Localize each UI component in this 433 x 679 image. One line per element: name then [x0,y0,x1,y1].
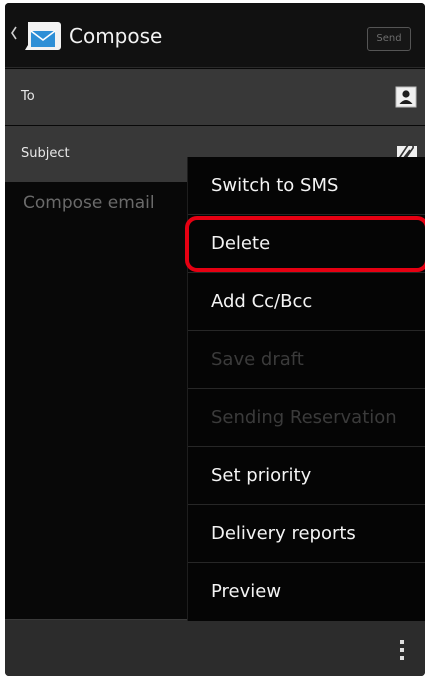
bottom-bar [5,619,425,676]
phone-screen: Compose Send To Subject Compose email Sw… [5,3,425,676]
send-button[interactable]: Send [367,27,411,51]
overflow-menu-icon[interactable] [399,639,405,661]
email-app-icon[interactable] [25,20,63,50]
highlight-outline [185,216,425,272]
menu-item-delivery-reports[interactable]: Delivery reports [188,505,425,563]
compose-placeholder: Compose email [23,193,155,213]
menu-item-label: Preview [211,581,282,602]
menu-item-sending-reservation: Sending Reservation [188,389,425,447]
to-label: To [21,89,35,104]
menu-item-label: Set priority [211,465,312,486]
menu-item-add-cc-bcc[interactable]: Add Cc/Bcc [188,273,425,331]
menu-item-preview[interactable]: Preview [188,563,425,621]
contact-picker-icon[interactable] [395,86,417,108]
menu-item-label: Switch to SMS [211,175,339,196]
menu-item-label: Delivery reports [211,523,356,544]
menu-item-set-priority[interactable]: Set priority [188,447,425,505]
menu-item-switch-to-sms[interactable]: Switch to SMS [188,157,425,215]
menu-item-label: Sending Reservation [211,407,397,428]
menu-item-label: Add Cc/Bcc [211,291,313,312]
menu-item-label: Save draft [211,349,304,370]
to-field[interactable]: To [5,69,425,125]
page-title: Compose [69,24,163,48]
action-bar: Compose Send [5,3,425,68]
subject-label: Subject [21,146,70,161]
menu-item-save-draft: Save draft [188,331,425,389]
chevron-left-icon[interactable] [10,25,18,41]
